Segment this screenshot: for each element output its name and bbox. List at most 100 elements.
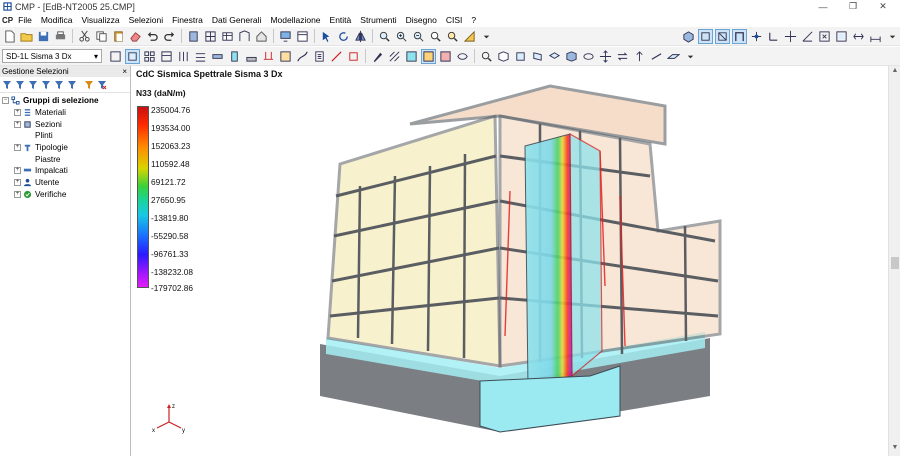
menu-finestra[interactable]: Finestra: [172, 15, 203, 25]
expand-icon[interactable]: +: [14, 179, 21, 187]
flip-icon[interactable]: [851, 29, 866, 44]
menu-selezioni[interactable]: Selezioni: [129, 15, 164, 25]
tree-root[interactable]: − Gruppi di selezione: [0, 95, 130, 107]
scrollbar-thumb[interactable]: [891, 257, 899, 269]
angle-icon[interactable]: [800, 29, 815, 44]
zoom-in-icon[interactable]: [394, 29, 409, 44]
frame-icon[interactable]: [237, 29, 252, 44]
fit-icon[interactable]: [817, 29, 832, 44]
view-selected-icon[interactable]: [125, 48, 140, 64]
collapse-icon[interactable]: −: [2, 97, 9, 105]
zoom-out-icon[interactable]: [411, 29, 426, 44]
cube-front-icon[interactable]: [513, 49, 528, 64]
menu-file[interactable]: File: [18, 15, 32, 25]
tree-item-materiali[interactable]: + Materiali: [0, 107, 130, 119]
erase-icon[interactable]: [128, 29, 143, 44]
menu-visualizza[interactable]: Visualizza: [81, 15, 119, 25]
axes-icon[interactable]: [766, 29, 781, 44]
foundation-icon[interactable]: [244, 49, 259, 64]
menu-modifica[interactable]: Modifica: [41, 15, 73, 25]
rebar-icon[interactable]: [329, 49, 344, 64]
tilt-icon[interactable]: [649, 49, 664, 64]
rotate-icon[interactable]: [336, 29, 351, 44]
expand-icon[interactable]: +: [14, 120, 21, 128]
filter-edit-icon[interactable]: [54, 80, 64, 90]
tree-item-verifiche[interactable]: + Verifiche: [0, 189, 130, 201]
new-file-icon[interactable]: [2, 29, 17, 44]
layout-icon[interactable]: [159, 49, 174, 64]
view-plan-icon[interactable]: [108, 49, 123, 64]
deformed-icon[interactable]: [295, 49, 310, 64]
table-icon[interactable]: [220, 29, 235, 44]
scroll-up-icon[interactable]: ▲: [889, 67, 900, 77]
building-icon[interactable]: [186, 29, 201, 44]
structural-model[interactable]: [300, 76, 740, 436]
print-icon[interactable]: [53, 29, 68, 44]
grid-icon[interactable]: [203, 29, 218, 44]
dropdown-icon[interactable]: [479, 29, 494, 44]
filter-remove-icon[interactable]: [41, 80, 51, 90]
pointer-icon[interactable]: [319, 29, 334, 44]
swap-icon[interactable]: [615, 49, 630, 64]
plane-icon[interactable]: [666, 49, 681, 64]
multi-view-icon[interactable]: [142, 49, 157, 64]
maximize-button[interactable]: ❐: [838, 0, 868, 13]
close-button[interactable]: ✕: [868, 0, 898, 13]
stirrup-icon[interactable]: [346, 49, 361, 64]
zoom-icon[interactable]: [377, 29, 392, 44]
columns-icon[interactable]: [176, 49, 191, 64]
filter-list-icon[interactable]: [67, 80, 77, 90]
filter-apply-icon[interactable]: [84, 80, 94, 90]
copy-icon[interactable]: [94, 29, 109, 44]
view-frame-icon[interactable]: [732, 28, 747, 44]
filter-add-icon[interactable]: [28, 80, 38, 90]
filter-icon[interactable]: [15, 80, 25, 90]
filter-clear-icon[interactable]: [97, 80, 107, 90]
mirror-icon[interactable]: [353, 29, 368, 44]
brush-icon[interactable]: [370, 49, 385, 64]
menu-strumenti[interactable]: Strumenti: [360, 15, 396, 25]
beams-icon[interactable]: [193, 49, 208, 64]
expand-icon[interactable]: +: [14, 109, 21, 117]
dimension-icon[interactable]: [868, 29, 883, 44]
zoom-all-icon[interactable]: [445, 29, 460, 44]
results-icon[interactable]: [278, 49, 293, 64]
expand-icon[interactable]: +: [14, 167, 21, 175]
home-view-icon[interactable]: [254, 29, 269, 44]
load-case-select[interactable]: SD-1L Sisma 3 Dx ▾: [2, 49, 102, 63]
slabs-icon[interactable]: [210, 49, 225, 64]
undo-icon[interactable]: [145, 29, 160, 44]
paste-icon[interactable]: [111, 29, 126, 44]
section-cut-icon[interactable]: [438, 49, 453, 64]
color-map-icon[interactable]: [404, 49, 419, 64]
menu-cisi[interactable]: CISI: [446, 15, 463, 25]
cube-top-icon[interactable]: [547, 49, 562, 64]
dropdown-icon[interactable]: [885, 29, 900, 44]
cut-icon[interactable]: [77, 29, 92, 44]
tree-item-sezioni[interactable]: + Sezioni: [0, 118, 130, 130]
tree-item-plinti[interactable]: Plinti: [0, 130, 130, 142]
vertical-scrollbar[interactable]: ▲ ▼: [888, 66, 900, 456]
loads-icon[interactable]: [261, 49, 276, 64]
minimize-button[interactable]: —: [808, 0, 838, 13]
menu-disegno[interactable]: Disegno: [406, 15, 437, 25]
zoom-window-icon[interactable]: [428, 29, 443, 44]
move-icon[interactable]: [783, 29, 798, 44]
render-icon[interactable]: [681, 29, 696, 44]
report-icon[interactable]: [312, 49, 327, 64]
open-folder-icon[interactable]: [19, 29, 34, 44]
dropdown-icon[interactable]: [683, 49, 698, 64]
redo-icon[interactable]: [162, 29, 177, 44]
iso-view-icon[interactable]: [564, 49, 579, 64]
filter-tree-icon[interactable]: [2, 80, 12, 90]
panel-close-button[interactable]: ×: [122, 67, 127, 76]
hide-icon[interactable]: [455, 49, 470, 64]
tree-item-utente[interactable]: + Utente: [0, 177, 130, 189]
scroll-down-icon[interactable]: ▼: [889, 444, 900, 454]
hatch-icon[interactable]: [387, 49, 402, 64]
node-icon[interactable]: [749, 29, 764, 44]
tree-item-piastre[interactable]: Piastre: [0, 153, 130, 165]
tree-item-tipologie[interactable]: + Tipologie: [0, 142, 130, 154]
measure-icon[interactable]: [462, 29, 477, 44]
save-icon[interactable]: [36, 29, 51, 44]
